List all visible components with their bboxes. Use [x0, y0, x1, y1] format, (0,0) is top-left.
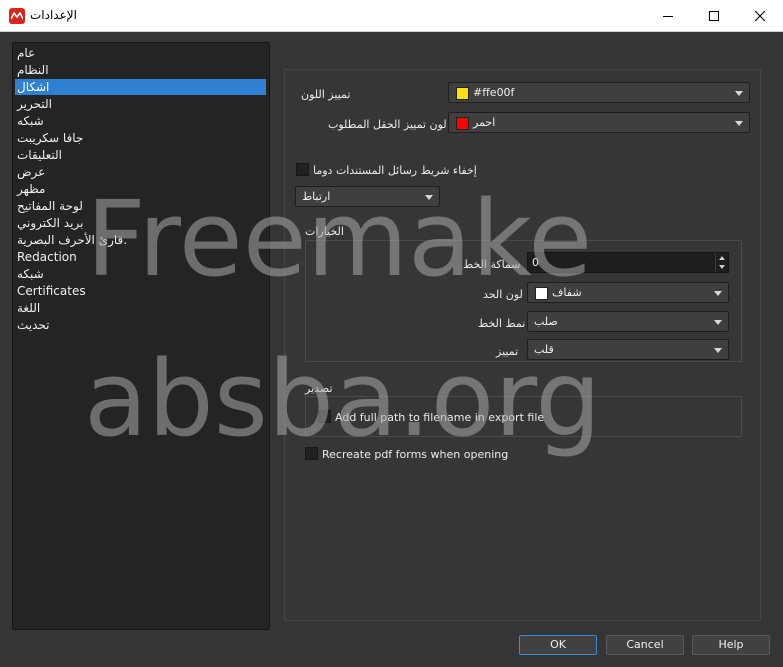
- link-combo[interactable]: ارتباط: [295, 186, 440, 207]
- minimize-icon: [663, 15, 673, 17]
- ok-button[interactable]: OK: [519, 635, 597, 655]
- link-combo-value: ارتباط: [302, 190, 331, 203]
- highlight-mode-value: قلب: [534, 343, 554, 356]
- sidebar-item-network[interactable]: شبكه: [15, 113, 266, 129]
- chevron-down-icon: [714, 291, 722, 296]
- sidebar-item-editing[interactable]: التحرير: [15, 96, 266, 112]
- window-title: الإعدادات: [30, 8, 77, 22]
- line-thickness-spinbox[interactable]: 0: [527, 252, 729, 273]
- cancel-button[interactable]: Cancel: [606, 635, 684, 655]
- sidebar-item-comments[interactable]: التعليقات: [15, 147, 266, 163]
- highlight-mode-combo[interactable]: قلب: [527, 339, 729, 360]
- border-color-swatch: [535, 287, 548, 300]
- border-color-value: شفاف: [552, 286, 582, 299]
- sidebar-item-general[interactable]: عام: [15, 45, 266, 61]
- title-bar: الإعدادات: [0, 0, 783, 32]
- close-button[interactable]: [737, 0, 783, 31]
- sidebar-item-language[interactable]: اللغة: [15, 300, 266, 316]
- border-color-label: لون الحد: [483, 288, 523, 301]
- close-icon: [755, 10, 765, 21]
- app-logo-icon: [9, 8, 25, 24]
- required-field-color-combo[interactable]: احمر: [448, 112, 750, 133]
- highlight-color-swatch: [456, 87, 469, 100]
- line-thickness-value: 0: [532, 256, 539, 269]
- maximize-button[interactable]: [691, 0, 737, 31]
- line-style-value: صلب: [534, 315, 558, 328]
- sidebar-item-system[interactable]: النظام: [15, 62, 266, 78]
- chevron-down-icon: [714, 348, 722, 353]
- sidebar-item-view[interactable]: عرض: [15, 164, 266, 180]
- sidebar-item-keyboard[interactable]: لوحة المفاتيح: [15, 198, 266, 214]
- sidebar-item-appearance[interactable]: مظهر: [15, 181, 266, 197]
- export-group-title: تصدير: [305, 382, 333, 395]
- sidebar-item-email[interactable]: بريد الكتروني: [15, 215, 266, 231]
- spin-buttons[interactable]: [715, 253, 728, 272]
- sidebar-item-forms[interactable]: اشكال: [15, 79, 266, 95]
- highlight-mode-label: تمييز: [496, 345, 519, 358]
- line-thickness-label: سماكة الخط: [463, 258, 521, 271]
- sidebar-item-redaction[interactable]: Redaction: [15, 249, 266, 265]
- minimize-button[interactable]: [645, 0, 691, 31]
- hide-doc-messages-checkbox[interactable]: [296, 163, 309, 176]
- recreate-forms-checkbox[interactable]: [305, 447, 318, 460]
- settings-category-list[interactable]: عام النظام اشكال التحرير شبكه جافا سكريب…: [12, 42, 270, 630]
- recreate-forms-label: Recreate pdf forms when opening: [322, 448, 509, 461]
- required-field-color-value: احمر: [473, 116, 496, 129]
- sidebar-item-update[interactable]: تحديث: [15, 317, 266, 333]
- highlight-color-value: #ffe00f: [473, 86, 515, 99]
- spin-up-icon: [719, 256, 725, 260]
- chevron-down-icon: [425, 195, 433, 200]
- maximize-icon: [709, 10, 719, 21]
- sidebar-item-javascript[interactable]: جافا سكريبت: [15, 130, 266, 146]
- highlight-color-label: تمييز اللون: [301, 88, 351, 101]
- sidebar-item-certificates[interactable]: Certificates: [15, 283, 266, 299]
- line-style-combo[interactable]: صلب: [527, 311, 729, 332]
- highlight-color-combo[interactable]: #ffe00f: [448, 82, 750, 103]
- spin-down-icon: [719, 265, 725, 269]
- help-button[interactable]: Help: [692, 635, 770, 655]
- forms-settings-panel: تمييز اللون #ffe00f لون تمييز الحقل المط…: [284, 69, 761, 621]
- required-field-color-swatch: [456, 117, 469, 130]
- sidebar-item-grid[interactable]: شبكه: [15, 266, 266, 282]
- hide-doc-messages-label: إخفاء شريط رسائل المستندات دوما: [313, 164, 477, 177]
- line-style-label: نمط الخط: [478, 317, 526, 330]
- sidebar-item-ocr[interactable]: قارئ الأحرف البصرية.: [15, 232, 266, 248]
- chevron-down-icon: [714, 320, 722, 325]
- options-group-title: الخيارات: [305, 225, 344, 238]
- export-full-path-label: Add full path to filename in export file: [335, 411, 545, 424]
- chevron-down-icon: [735, 121, 743, 126]
- export-full-path-checkbox[interactable]: [318, 410, 331, 423]
- border-color-combo[interactable]: شفاف: [527, 282, 729, 303]
- required-field-color-label: لون تمييز الحقل المطلوب: [328, 118, 447, 131]
- chevron-down-icon: [735, 91, 743, 96]
